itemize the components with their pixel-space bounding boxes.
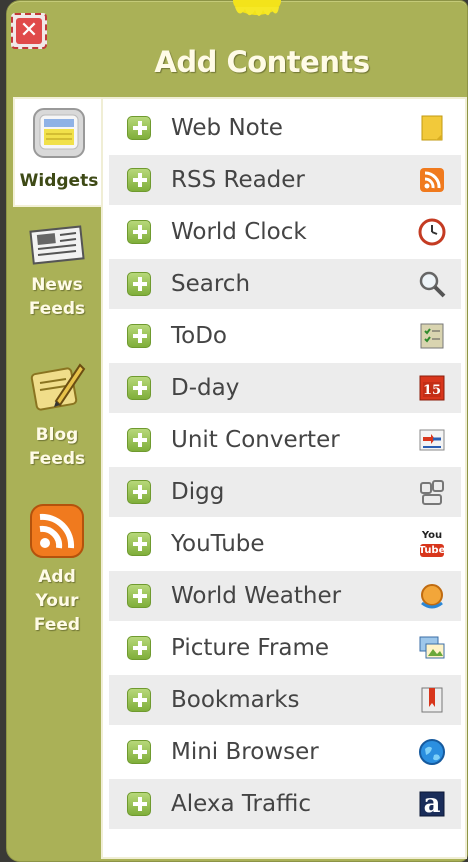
widget-name: RSS Reader xyxy=(171,167,305,193)
add-plus-icon[interactable] xyxy=(127,740,151,764)
widget-row-youtube[interactable]: YouTube You Tube xyxy=(109,519,461,569)
add-plus-icon[interactable] xyxy=(127,220,151,244)
tab-add-your-feed[interactable]: Add Your Feed xyxy=(13,501,101,661)
picture-frame-icon xyxy=(417,633,447,663)
blog-feeds-text: Blog Feeds xyxy=(28,425,86,469)
add-plus-icon[interactable] xyxy=(127,324,151,348)
widget-row-web-note[interactable]: Web Note xyxy=(109,103,461,153)
clock-icon xyxy=(417,217,447,247)
widget-name: Alexa Traffic xyxy=(171,791,311,817)
widget-name: Bookmarks xyxy=(171,687,300,713)
tab-widgets[interactable]: Widgets xyxy=(13,97,103,207)
icon-badge-text: a xyxy=(423,789,441,819)
dialog-title: Add Contents xyxy=(154,45,370,79)
checklist-icon xyxy=(417,321,447,351)
tab-add-your-feed-label: Add Your Feed xyxy=(34,565,80,637)
tab-widgets-label: Widgets xyxy=(19,171,99,191)
calendar-icon: 15 xyxy=(417,373,447,403)
widget-row-digg[interactable]: Digg xyxy=(109,467,461,517)
add-plus-icon[interactable] xyxy=(127,376,151,400)
widget-row-mini-browser[interactable]: Mini Browser xyxy=(109,727,461,777)
widget-row-world-weather[interactable]: World Weather xyxy=(109,571,461,621)
widget-row-world-clock[interactable]: World Clock xyxy=(109,207,461,257)
widget-name: Digg xyxy=(171,479,225,505)
widgets-icon xyxy=(33,108,85,158)
widget-name: World Weather xyxy=(171,583,342,609)
add-contents-panel: ✕ Add Contents Widgets News Feeds Blog F… xyxy=(6,0,468,862)
newspaper-icon xyxy=(29,225,85,265)
icon-badge-text: 15 xyxy=(422,382,442,398)
youtube-you-text: You xyxy=(421,530,443,541)
alexa-icon: a xyxy=(417,789,447,819)
rss-feed-icon xyxy=(30,504,84,558)
widget-name: ToDo xyxy=(171,323,227,349)
widget-row-rss-reader[interactable]: RSS Reader xyxy=(109,155,461,205)
youtube-icon: You Tube xyxy=(417,529,447,559)
tab-blog-feeds-label: Blog Feeds xyxy=(29,423,85,471)
widget-name: Web Note xyxy=(171,115,283,141)
add-plus-icon[interactable] xyxy=(127,688,151,712)
sticky-note-icon xyxy=(417,113,447,143)
youtube-tube-text: Tube xyxy=(418,545,446,556)
add-plus-icon[interactable] xyxy=(127,272,151,296)
globe-icon xyxy=(417,737,447,767)
add-plus-icon[interactable] xyxy=(127,636,151,660)
category-tabs: Widgets News Feeds Blog Feeds Add Your F… xyxy=(13,97,103,661)
news-feeds-text: News Feeds xyxy=(28,275,86,319)
add-plus-icon[interactable] xyxy=(127,428,151,452)
rss-icon xyxy=(417,165,447,195)
add-plus-icon[interactable] xyxy=(127,116,151,140)
close-icon: ✕ xyxy=(16,18,42,44)
widget-list: Web Note RSS Reader World Clock Search ToDo D… xyxy=(109,103,461,831)
widget-row-d-day[interactable]: D-day 15 xyxy=(109,363,461,413)
tab-news-feeds-label: News Feeds xyxy=(29,273,85,321)
blog-pen-icon xyxy=(30,363,86,411)
add-plus-icon[interactable] xyxy=(127,584,151,608)
weather-globe-icon xyxy=(417,581,447,611)
widget-row-bookmarks[interactable]: Bookmarks xyxy=(109,675,461,725)
flower-decoration-icon xyxy=(233,0,281,16)
tab-blog-feeds[interactable]: Blog Feeds xyxy=(13,357,101,497)
widget-name: YouTube xyxy=(171,531,265,557)
bookmark-icon xyxy=(417,685,447,715)
digg-icon xyxy=(417,477,447,507)
magnifier-icon xyxy=(417,269,447,299)
widget-list-panel: Web Note RSS Reader World Clock Search ToDo D… xyxy=(101,97,467,859)
close-button[interactable]: ✕ xyxy=(11,13,47,49)
add-plus-icon[interactable] xyxy=(127,168,151,192)
widget-name: World Clock xyxy=(171,219,307,245)
widget-row-alexa-traffic[interactable]: Alexa Traffic a xyxy=(109,779,461,829)
widget-row-picture-frame[interactable]: Picture Frame xyxy=(109,623,461,673)
add-plus-icon[interactable] xyxy=(127,532,151,556)
widget-name: Mini Browser xyxy=(171,739,319,765)
convert-arrows-icon xyxy=(417,425,447,455)
tab-news-feeds[interactable]: News Feeds xyxy=(13,221,101,351)
widget-row-unit-converter[interactable]: Unit Converter xyxy=(109,415,461,465)
widget-name: Search xyxy=(171,271,251,297)
add-your-feed-text: Add Your Feed xyxy=(33,567,81,635)
add-plus-icon[interactable] xyxy=(127,792,151,816)
widget-row-todo[interactable]: ToDo xyxy=(109,311,461,361)
widget-name: Unit Converter xyxy=(171,427,340,453)
widget-name: D-day xyxy=(171,375,240,401)
widget-row-search[interactable]: Search xyxy=(109,259,461,309)
add-plus-icon[interactable] xyxy=(127,480,151,504)
widget-name: Picture Frame xyxy=(171,635,330,661)
